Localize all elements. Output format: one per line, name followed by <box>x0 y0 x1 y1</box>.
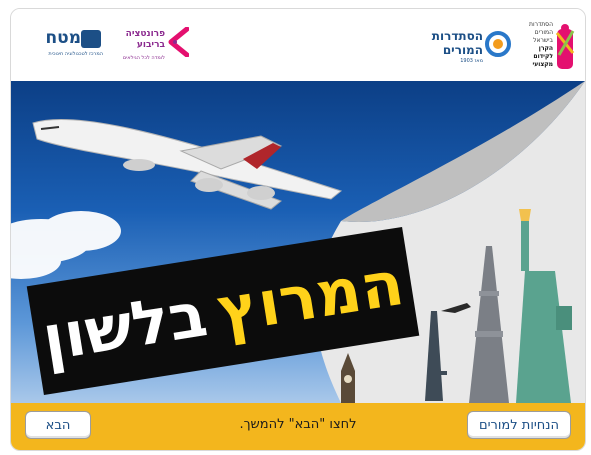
teachers-union-name-line2: המורים <box>442 43 483 57</box>
fund-logo-line-3: בישראל <box>533 37 553 44</box>
hero-illustration: בלשון המרוץ <box>11 81 585 403</box>
clouds-left <box>11 211 121 279</box>
teachers-union-logo: הסתדרות המורים מאז 1903 <box>415 27 511 67</box>
prontatzia-logo-subtext: לומדה לכל הגילאים <box>122 55 165 61</box>
prontatzia-chevron-icon <box>168 27 189 57</box>
matach-logo-mark <box>81 30 101 48</box>
footer-bar: הבא לחצו "הבא" להמשך. הנחיות למורים <box>11 403 585 450</box>
continue-instruction: לחצו "הבא" להמשך. <box>239 417 357 432</box>
fund-logo: הסתדרות המורים בישראל הקרן לקידום מקצועי <box>521 19 577 75</box>
prontatzia-logo-name: פרונטציה בריבוע <box>125 29 165 50</box>
teachers-union-year: מאז 1903 <box>460 58 483 64</box>
matach-logo-name: מטח <box>45 28 81 48</box>
matach-logo: מטח המרכז לטכנולוגיה חינוכית <box>33 27 103 67</box>
fund-logo-line-2: המורים <box>534 29 553 36</box>
prontatzia-logo: פרונטציה בריבוע לומדה לכל הגילאים <box>109 25 189 69</box>
teachers-union-circle-icon <box>485 31 511 57</box>
game-title-word-lashon: בלשון <box>37 277 212 376</box>
fund-logo-line-1: הסתדרות <box>529 21 553 28</box>
teacher-guidelines-button[interactable]: הנחיות למורים <box>467 411 571 439</box>
airplane-icon <box>32 118 343 210</box>
next-button[interactable]: הבא <box>25 411 91 439</box>
fund-logo-line-4: הקרן <box>538 45 553 52</box>
game-title-word-hamerotz: המרוץ <box>212 245 409 348</box>
matach-logo-subtext: המרכז לטכנולוגיה חינוכית <box>48 51 103 57</box>
teachers-union-name-line1: הסתדרות <box>431 29 483 43</box>
fund-logo-line-6: מקצועי <box>532 61 554 68</box>
app-frame: מטח המרכז לטכנולוגיה חינוכית פרונטציה בר… <box>10 8 586 451</box>
logo-header: מטח המרכז לטכנולוגיה חינוכית פרונטציה בר… <box>11 9 585 81</box>
fund-logo-line-5: לקידום <box>533 53 553 60</box>
fund-figure-icon <box>555 24 575 69</box>
